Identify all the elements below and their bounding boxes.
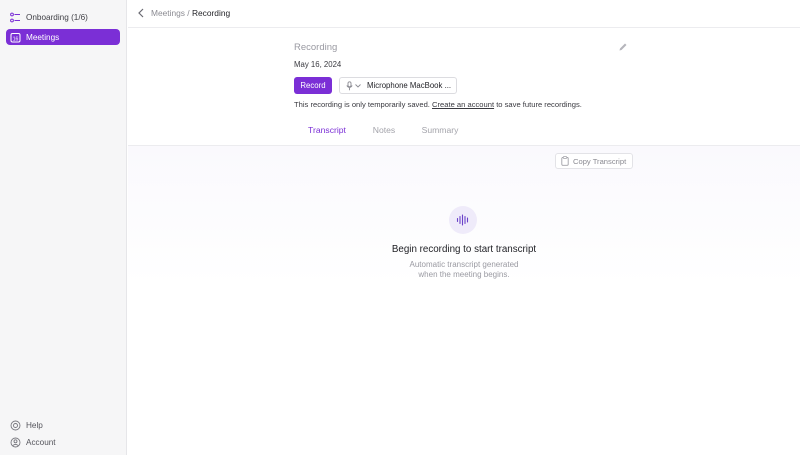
record-button[interactable]: Record bbox=[294, 77, 332, 94]
sidebar-item-help[interactable]: Help bbox=[6, 417, 120, 433]
sidebar: Onboarding (1/6) 16 Meetings Help Accoun… bbox=[0, 0, 127, 455]
sidebar-item-label: Account bbox=[26, 437, 56, 447]
transcript-panel: Copy Transcript Begin recording to start… bbox=[128, 146, 800, 455]
clipboard-icon bbox=[560, 156, 569, 166]
empty-state-line-2: when the meeting begins. bbox=[418, 270, 510, 279]
top-bar: Meetings / Recording bbox=[128, 0, 800, 28]
recording-title[interactable]: Recording bbox=[294, 42, 337, 53]
main-panel: Recording May 16, 2024 Record Microphone… bbox=[128, 28, 800, 455]
empty-state-subtitle: Automatic transcript generated when the … bbox=[128, 260, 800, 280]
waveform-icon bbox=[449, 206, 477, 234]
microphone-icon bbox=[345, 80, 354, 91]
sidebar-item-label: Meetings bbox=[26, 32, 60, 42]
account-icon bbox=[10, 437, 21, 448]
sidebar-item-label: Onboarding (1/6) bbox=[26, 12, 88, 22]
breadcrumb: Meetings / Recording bbox=[151, 8, 230, 18]
notice-text-suffix: to save future recordings. bbox=[494, 100, 582, 109]
tab-notes[interactable]: Notes bbox=[360, 124, 408, 146]
notice-text: This recording is only temporarily saved… bbox=[294, 100, 433, 109]
microphone-select[interactable]: Microphone MacBook ... bbox=[339, 77, 457, 94]
sidebar-item-account[interactable]: Account bbox=[6, 434, 120, 450]
pencil-icon[interactable] bbox=[618, 42, 628, 52]
empty-state-line-1: Automatic transcript generated bbox=[409, 260, 519, 269]
sidebar-item-label: Help bbox=[26, 420, 43, 430]
breadcrumb-current: Recording bbox=[191, 8, 231, 18]
chevron-down-icon bbox=[355, 83, 361, 89]
back-chevron-icon[interactable] bbox=[135, 7, 147, 19]
svg-text:16: 16 bbox=[13, 36, 19, 42]
sidebar-item-meetings[interactable]: 16 Meetings bbox=[6, 29, 120, 45]
tab-bar: Transcript Notes Summary bbox=[294, 124, 472, 146]
create-account-link[interactable]: Create an account bbox=[432, 100, 494, 109]
tab-summary[interactable]: Summary bbox=[408, 124, 472, 146]
breadcrumb-meetings-link[interactable]: Meetings bbox=[151, 8, 185, 18]
temporary-save-notice: This recording is only temporarily saved… bbox=[294, 100, 582, 109]
checklist-icon bbox=[10, 12, 21, 23]
empty-state-title: Begin recording to start transcript bbox=[391, 244, 537, 255]
microphone-label: Microphone MacBook ... bbox=[367, 81, 452, 90]
sidebar-item-onboarding[interactable]: Onboarding (1/6) bbox=[6, 9, 120, 25]
recording-date: May 16, 2024 bbox=[294, 60, 342, 69]
help-icon bbox=[10, 420, 21, 431]
calendar-icon: 16 bbox=[10, 32, 21, 43]
copy-transcript-label: Copy Transcript bbox=[573, 156, 627, 166]
breadcrumb-separator: / bbox=[184, 8, 192, 18]
copy-transcript-button[interactable]: Copy Transcript bbox=[555, 153, 633, 169]
tab-transcript[interactable]: Transcript bbox=[294, 124, 360, 146]
